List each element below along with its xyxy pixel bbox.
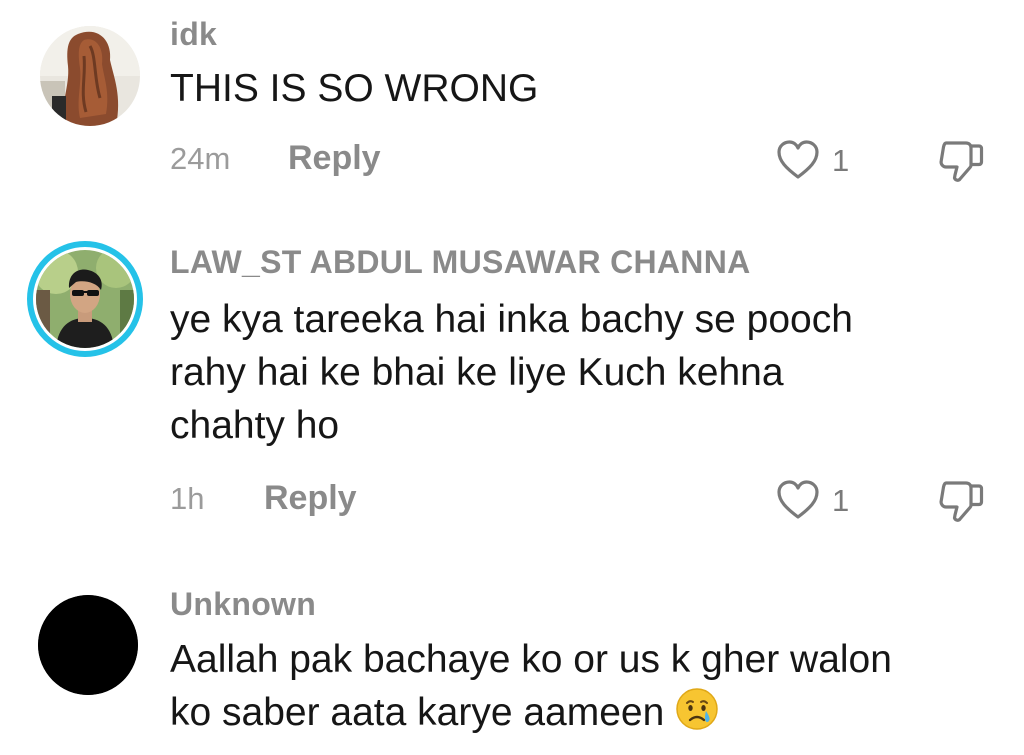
comment-username[interactable]: idk	[170, 16, 217, 53]
comment-username[interactable]: Unknown	[170, 586, 316, 623]
comment-username[interactable]: LAW_ST ABDUL MUSAWAR CHANNA	[170, 244, 751, 281]
dislike-icon[interactable]	[936, 137, 986, 185]
avatar[interactable]	[36, 250, 134, 348]
avatar-black-icon	[38, 595, 138, 695]
reply-button[interactable]: Reply	[264, 479, 357, 518]
comment-text: THIS IS SO WRONG	[170, 62, 990, 115]
comment-text-line: rahy hai ke bhai ke liye Kuch kehna	[170, 351, 784, 394]
comment-actions: 24m Reply 1	[170, 137, 990, 185]
avatar[interactable]	[38, 595, 138, 695]
comment-timestamp: 24m	[170, 141, 231, 176]
comment-text-line: ye kya tareeka hai inka bachy se pooch	[170, 298, 853, 341]
comment-text-line: ko saber aata karye aameen	[170, 691, 665, 734]
like-count: 1	[832, 143, 850, 178]
heart-icon	[777, 140, 819, 179]
comment-text-line: THIS IS SO WRONG	[170, 67, 539, 110]
comment-text-line: chahty ho	[170, 404, 340, 447]
comment-item: Unknown Aallah pak bachaye ko or us k gh…	[0, 560, 1024, 755]
comment-text-line-with-emoji: ko saber aata karye aameen	[170, 686, 990, 739]
dislike-icon[interactable]	[936, 477, 986, 525]
avatar[interactable]	[40, 26, 140, 126]
reply-button[interactable]: Reply	[288, 139, 381, 178]
comment-timestamp: 1h	[170, 481, 205, 516]
like-count: 1	[832, 483, 850, 518]
avatar-woman-long-hair-icon	[40, 26, 140, 126]
heart-icon	[777, 480, 819, 519]
comment-item: idk THIS IS SO WRONG 24m Reply 1	[0, 0, 1024, 200]
comment-actions: 1h Reply 1	[170, 477, 990, 525]
avatar-man-sunglasses-icon	[36, 250, 134, 348]
comment-text-line: Aallah pak bachaye ko or us k gher walon	[170, 638, 892, 681]
crying-face-emoji-icon	[676, 688, 718, 730]
comment-item: LAW_ST ABDUL MUSAWAR CHANNA ye kya taree…	[0, 200, 1024, 530]
comment-text: Aallah pak bachaye ko or us k gher walon…	[170, 633, 990, 739]
comment-text: ye kya tareeka hai inka bachy se pooch r…	[170, 293, 990, 452]
